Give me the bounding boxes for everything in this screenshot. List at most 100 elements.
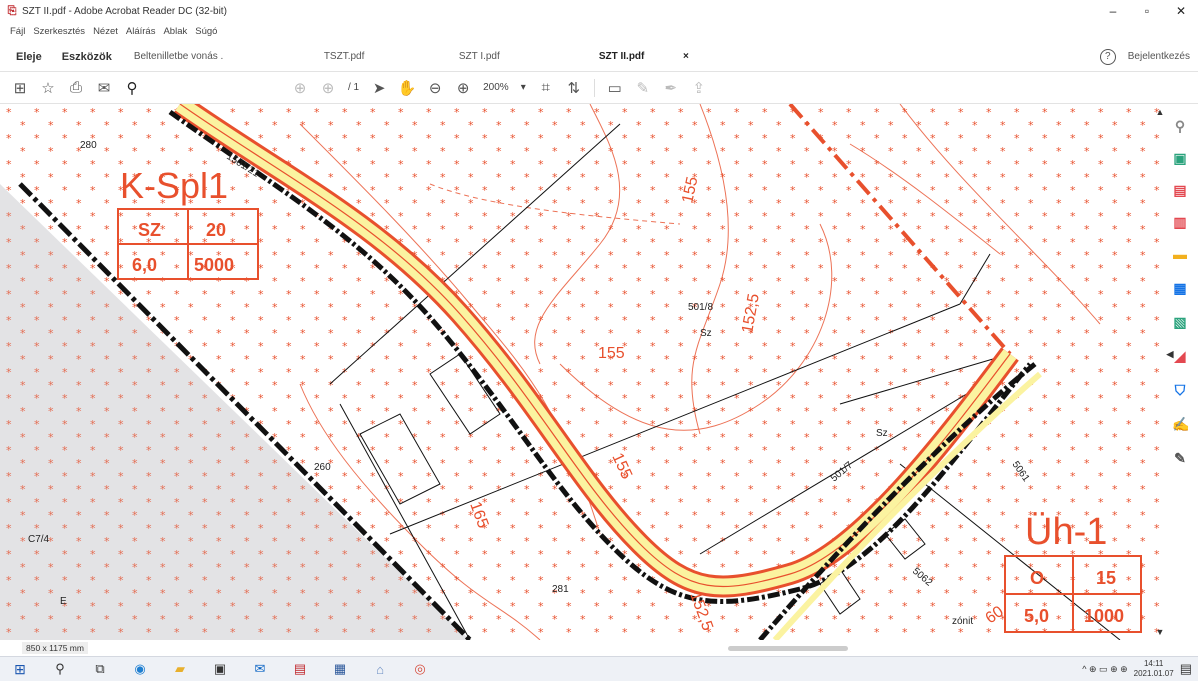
search-taskbar-icon[interactable]: ⚲ <box>47 659 73 679</box>
search-icon[interactable]: ⚲ <box>118 79 146 97</box>
outlook-icon[interactable]: ✉ <box>247 659 273 679</box>
parcel-label-5018: 501/8 <box>688 302 713 313</box>
parcel-use-sz-1: Sz <box>700 328 712 339</box>
scroll-mode-icon[interactable]: ⇅ <box>560 79 588 97</box>
search-tool-icon[interactable]: ⚲ <box>1172 118 1188 134</box>
edge-browser-icon[interactable]: ◉ <box>127 659 153 679</box>
minimize-button[interactable]: – <box>1096 4 1130 18</box>
close-button[interactable]: ✕ <box>1164 4 1198 18</box>
organize-pages-icon[interactable]: ▧ <box>1172 314 1188 330</box>
right-tools-pane: ⚲ ▣ ▤ ▥ ▬ ▦ ▧ ◀ ◢ ⛉ ✍ ✎ ▲ ▼ <box>1156 104 1198 640</box>
menu-file[interactable]: Fájl <box>10 26 25 37</box>
zone-right-name: Üh-1 <box>1025 511 1107 553</box>
contour-label-155a: 155 <box>598 345 625 362</box>
hand-tool-icon[interactable]: ✋ <box>393 79 421 97</box>
document-viewport[interactable]: * * <box>0 104 1160 640</box>
export-pdf-icon[interactable]: ▣ <box>1172 150 1188 166</box>
tab-doc-1[interactable]: Beltenilletbe vonás . <box>122 51 312 62</box>
help-icon[interactable]: ? <box>1099 48 1116 65</box>
sign-icon[interactable]: ✒ <box>657 79 685 97</box>
tab-close-icon[interactable]: × <box>683 51 689 62</box>
parcel-label-281: 281 <box>552 584 569 595</box>
zone-right-cell-2: 15 <box>1096 568 1116 588</box>
menu-view[interactable]: Nézet <box>93 26 118 37</box>
menu-bar: Fájl Szerkesztés Nézet Aláírás Ablak Súg… <box>0 22 1198 40</box>
tab-doc-3-label: SZT I.pdf <box>458 51 500 62</box>
tab-tools[interactable]: Eszközök <box>52 51 122 63</box>
start-button-icon[interactable]: ⊞ <box>7 659 33 679</box>
zoom-level[interactable]: 200% <box>477 82 515 93</box>
sign-in-link[interactable]: Bejelentkezés <box>1128 51 1190 62</box>
scroll-up-icon[interactable]: ▲ <box>1152 104 1168 120</box>
bookmark-star-icon[interactable]: ☆ <box>34 79 62 97</box>
create-pdf-tool-icon[interactable]: ▤ <box>1172 182 1188 198</box>
scroll-down-icon[interactable]: ▼ <box>1152 624 1168 640</box>
combine-files-icon[interactable]: ▦ <box>1172 280 1188 296</box>
page-down-icon[interactable]: ⊕ <box>314 79 342 97</box>
tray-icons[interactable]: ^ ⊕ ▭ ⊕ ⊕ <box>1082 664 1127 675</box>
acrobat-logo-icon: ⎘ <box>7 5 17 17</box>
edit-pdf-icon[interactable]: ▥ <box>1172 214 1188 230</box>
task-view-icon[interactable]: ⧉ <box>87 659 113 679</box>
folder-icon[interactable]: ⌂ <box>367 659 393 679</box>
share-icon[interactable]: ⇪ <box>685 79 713 97</box>
tab-doc-4-label: SZT II.pdf <box>598 51 645 62</box>
tab-bar: Eleje Eszközök Beltenilletbe vonás . TSZ… <box>0 42 1198 72</box>
windows-taskbar: ⊞ ⚲ ⧉ ◉ ▰ ▣ ✉ ▤ ▦ ⌂ ◎ ^ ⊕ ▭ ⊕ ⊕ 14:11 20… <box>0 656 1198 681</box>
zone-left-name: K-Spl1 <box>120 165 228 206</box>
highlight-icon[interactable]: ✎ <box>629 79 657 97</box>
protect-icon[interactable]: ⛉ <box>1172 382 1188 398</box>
status-row: 850 x 1175 mm <box>0 640 1160 656</box>
menu-edit[interactable]: Szerkesztés <box>33 26 85 37</box>
email-icon[interactable]: ✉ <box>90 79 118 97</box>
page-count: / 1 <box>348 82 360 93</box>
more-tools-icon[interactable]: ✎ <box>1172 450 1188 466</box>
zoom-in-icon[interactable]: ⊕ <box>449 79 477 97</box>
tabbar-right: ? Bejelentkezés <box>1099 48 1198 65</box>
zoom-dropdown-icon[interactable]: ▾ <box>515 82 532 93</box>
store-icon[interactable]: ▣ <box>207 659 233 679</box>
clock-time: 14:11 <box>1143 659 1164 668</box>
label-zone-tiny: zónit <box>952 616 973 627</box>
parcel-label-260: 260 <box>314 462 331 473</box>
comment-icon[interactable]: ▭ <box>601 79 629 97</box>
create-pdf-icon[interactable]: ⊞ <box>6 79 34 97</box>
print-icon[interactable]: ⎙ <box>62 79 90 96</box>
chrome-icon[interactable]: ◎ <box>407 659 433 679</box>
zone-right-cell-4: 1000 <box>1084 606 1124 626</box>
parcel-label-c74: C7/4 <box>28 534 50 545</box>
parcel-use-sz-2: Sz <box>876 428 888 439</box>
tab-doc-1-label: Beltenilletbe vonás . <box>133 51 224 62</box>
clock[interactable]: 14:11 2021.01.07 <box>1134 659 1174 679</box>
tab-doc-3[interactable]: SZT I.pdf <box>447 51 587 62</box>
horizontal-scrollbar[interactable] <box>727 645 848 651</box>
fit-page-icon[interactable]: ⌗ <box>532 79 560 96</box>
menu-sign[interactable]: Aláírás <box>126 26 156 37</box>
redact-icon[interactable]: ◢ <box>1172 348 1188 364</box>
zoning-map: * * <box>0 104 1160 640</box>
file-explorer-icon[interactable]: ▰ <box>167 659 193 679</box>
menu-window[interactable]: Ablak <box>163 26 187 37</box>
window-title: SZT II.pdf - Adobe Acrobat Reader DC (32… <box>22 5 227 17</box>
zone-left-cell-2: 20 <box>206 220 226 240</box>
word-icon[interactable]: ▦ <box>327 659 353 679</box>
tab-doc-2[interactable]: TSZT.pdf <box>312 51 447 62</box>
comment-tool-icon[interactable]: ▬ <box>1172 246 1188 262</box>
page-dimensions: 850 x 1175 mm <box>22 642 88 654</box>
page-up-icon[interactable]: ⊕ <box>286 79 314 97</box>
tab-doc-2-label: TSZT.pdf <box>323 51 365 62</box>
tab-doc-4[interactable]: SZT II.pdf × <box>587 51 697 62</box>
fill-sign-icon[interactable]: ✍ <box>1172 416 1189 432</box>
select-cursor-icon[interactable]: ➤ <box>365 79 393 97</box>
menu-help[interactable]: Súgó <box>195 26 217 37</box>
system-tray: ^ ⊕ ▭ ⊕ ⊕ 14:11 2021.01.07 ▤ <box>1082 659 1198 679</box>
label-top-left: 280 <box>80 140 97 151</box>
toolbar-divider <box>593 78 595 97</box>
zoom-out-icon[interactable]: ⊖ <box>421 79 449 97</box>
notification-icon[interactable]: ▤ <box>1180 661 1192 677</box>
tab-home[interactable]: Eleje <box>0 51 52 63</box>
acrobat-taskbar-icon[interactable]: ▤ <box>287 659 313 679</box>
clock-date: 2021.01.07 <box>1133 669 1174 678</box>
zone-left-cell-4: 5000 <box>194 255 234 275</box>
restore-button[interactable]: ▫ <box>1130 4 1164 18</box>
